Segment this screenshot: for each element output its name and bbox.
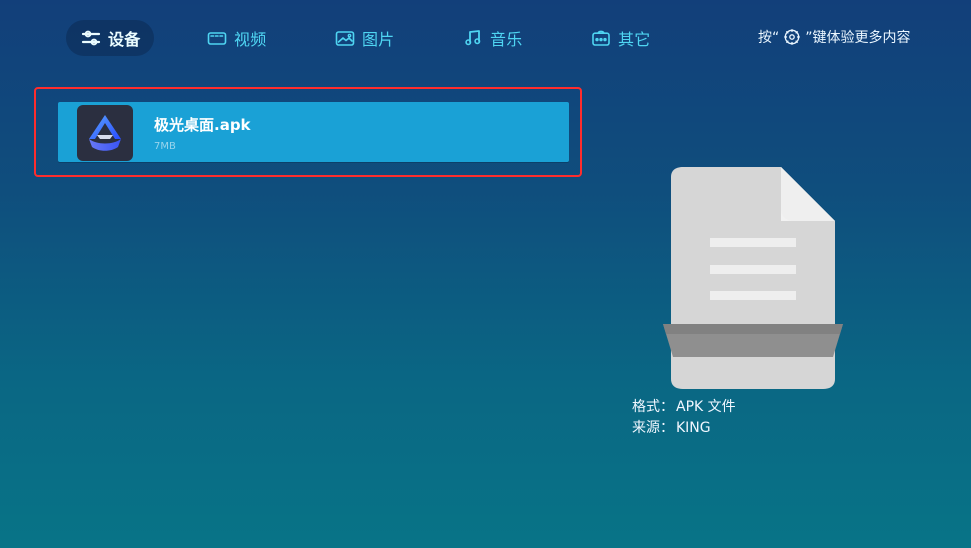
- source-label: 来源：: [632, 420, 674, 436]
- tab-other[interactable]: 其它: [590, 20, 650, 56]
- top-tabs: 设备 视频 图片 音乐 其它 按“ ”键体验更多内容: [0, 0, 971, 76]
- tab-label: 图片: [362, 30, 395, 49]
- source-row: 来源： KING: [632, 418, 736, 439]
- tab-video[interactable]: 视频: [206, 20, 266, 56]
- format-value: APK 文件: [676, 399, 736, 415]
- tab-label: 设备: [108, 30, 141, 49]
- music-note-icon: [462, 27, 484, 49]
- source-value: KING: [676, 420, 711, 436]
- image-icon: [334, 27, 356, 49]
- tab-images[interactable]: 图片: [334, 20, 394, 56]
- tab-label: 视频: [234, 30, 267, 49]
- settings-sliders-icon: [80, 27, 102, 49]
- document-icon: [657, 167, 849, 393]
- file-size: 7MB: [154, 141, 176, 152]
- file-list-item[interactable]: 极光桌面.apk 7MB: [58, 102, 569, 162]
- format-row: 格式： APK 文件: [632, 397, 736, 418]
- tab-label: 音乐: [490, 30, 523, 49]
- more-icon: [590, 27, 612, 49]
- tab-music[interactable]: 音乐: [462, 20, 522, 56]
- file-preview: [657, 167, 849, 389]
- hint-prefix: 按“: [758, 30, 780, 46]
- tab-devices[interactable]: 设备: [66, 20, 155, 56]
- file-details: 格式： APK 文件 来源： KING: [632, 397, 736, 439]
- file-name: 极光桌面.apk: [154, 116, 251, 134]
- tab-label: 其它: [618, 30, 651, 49]
- gear-icon: [783, 28, 801, 46]
- video-icon: [206, 27, 228, 49]
- format-label: 格式：: [632, 399, 674, 415]
- hint-text: 按“ ”键体验更多内容: [758, 27, 911, 47]
- app-icon: [77, 105, 133, 161]
- hint-suffix: ”键体验更多内容: [805, 30, 911, 46]
